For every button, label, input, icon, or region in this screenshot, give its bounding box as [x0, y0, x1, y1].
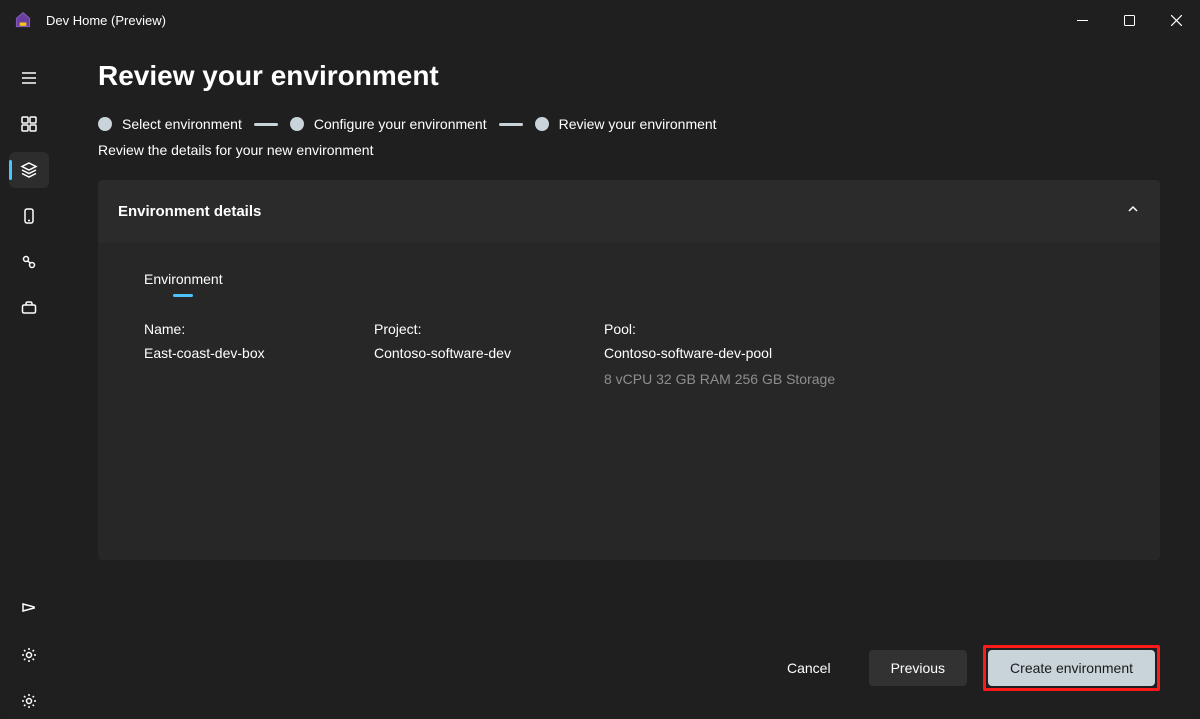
hamburger-menu[interactable] — [9, 60, 49, 96]
step-configure-environment[interactable]: Configure your environment — [290, 116, 487, 132]
app-title: Dev Home (Preview) — [46, 13, 166, 28]
detail-label: Pool: — [604, 321, 864, 337]
card-header-title: Environment details — [118, 203, 261, 220]
app-window: Dev Home (Preview) — [0, 0, 1200, 719]
detail-value: Contoso-software-dev-pool — [604, 345, 864, 361]
app-icon — [12, 9, 34, 31]
step-separator — [254, 123, 278, 126]
nav-settings[interactable] — [9, 683, 49, 719]
nav-utilities[interactable] — [9, 290, 49, 326]
step-separator — [499, 123, 523, 126]
page-subtitle: Review the details for your new environm… — [98, 142, 1160, 158]
stepper: Select environment Configure your enviro… — [98, 116, 1160, 132]
step-dot-icon — [98, 117, 112, 131]
nav-environments[interactable] — [9, 152, 49, 188]
step-label: Review your environment — [559, 116, 717, 132]
nav-dashboard[interactable] — [9, 106, 49, 142]
nav-extensions[interactable] — [9, 244, 49, 280]
step-label: Configure your environment — [314, 116, 487, 132]
nav-machines[interactable] — [9, 198, 49, 234]
detail-project: Project: Contoso-software-dev — [374, 321, 544, 387]
detail-label: Name: — [144, 321, 314, 337]
detail-spec: 8 vCPU 32 GB RAM 256 GB Storage — [604, 371, 864, 387]
step-label: Select environment — [122, 116, 242, 132]
tab-environment[interactable]: Environment — [144, 271, 223, 293]
step-dot-icon — [290, 117, 304, 131]
previous-button[interactable]: Previous — [869, 650, 967, 686]
detail-pool: Pool: Contoso-software-dev-pool 8 vCPU 3… — [604, 321, 864, 387]
detail-name: Name: East-coast-dev-box — [144, 321, 314, 387]
minimize-button[interactable] — [1059, 0, 1106, 40]
detail-value: Contoso-software-dev — [374, 345, 544, 361]
chevron-up-icon — [1126, 202, 1140, 221]
footer-actions: Cancel Previous Create environment — [98, 621, 1160, 719]
step-review-environment[interactable]: Review your environment — [535, 116, 717, 132]
detail-label: Project: — [374, 321, 544, 337]
nav-preferences[interactable] — [9, 637, 49, 673]
nav-feedback[interactable] — [9, 591, 49, 627]
sidebar — [0, 40, 58, 719]
cancel-button[interactable]: Cancel — [765, 650, 853, 686]
close-button[interactable] — [1153, 0, 1200, 40]
app-body: Review your environment Select environme… — [0, 40, 1200, 719]
create-environment-button[interactable]: Create environment — [988, 650, 1155, 686]
maximize-button[interactable] — [1106, 0, 1153, 40]
card-header[interactable]: Environment details — [98, 180, 1160, 243]
page-title: Review your environment — [98, 60, 1160, 92]
step-dot-icon — [535, 117, 549, 131]
environment-details-card: Environment details Environment Name: Ea… — [98, 180, 1160, 560]
details-list: Name: East-coast-dev-box Project: Contos… — [126, 321, 1132, 387]
step-select-environment[interactable]: Select environment — [98, 116, 242, 132]
window-controls — [1059, 0, 1200, 40]
highlight-annotation: Create environment — [983, 645, 1160, 691]
titlebar: Dev Home (Preview) — [0, 0, 1200, 40]
detail-value: East-coast-dev-box — [144, 345, 314, 361]
card-body: Environment Name: East-coast-dev-box Pro… — [98, 243, 1160, 407]
main-content: Review your environment Select environme… — [58, 40, 1200, 719]
